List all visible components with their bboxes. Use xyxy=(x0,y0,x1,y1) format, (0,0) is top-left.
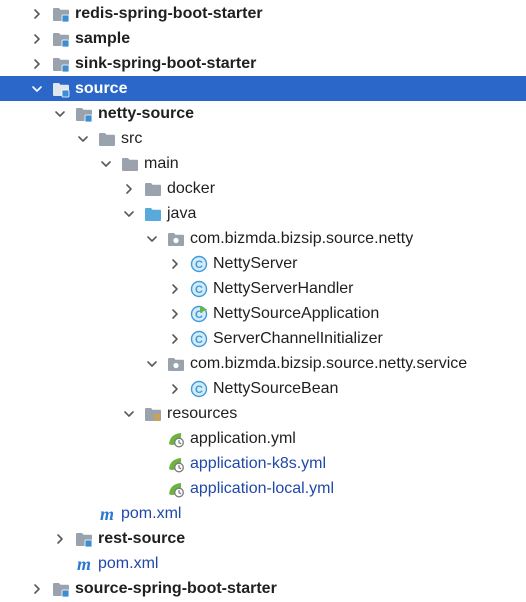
tree-node-nettyserver[interactable]: C NettyServer xyxy=(0,251,526,276)
chevron-right-icon[interactable] xyxy=(30,32,44,46)
chevron-right-icon[interactable] xyxy=(168,257,182,271)
tree-node-nettysourceapplication[interactable]: C NettySourceApplication xyxy=(0,301,526,326)
class-icon: C xyxy=(190,330,208,348)
module-folder-icon xyxy=(52,580,70,598)
tree-node-label: docker xyxy=(167,180,216,197)
tree-node-application-yml[interactable]: application.yml xyxy=(0,426,526,451)
tree-node-label: NettySourceBean xyxy=(213,380,339,397)
tree-node-com-bizmda-bizsip-source-netty-service[interactable]: com.bizmda.bizsip.source.netty.service xyxy=(0,351,526,376)
tree-node-label: sample xyxy=(75,30,131,47)
tree-node-label: application.yml xyxy=(190,430,296,447)
spring-class-icon: C xyxy=(190,305,208,323)
tree-node-label: NettyServerHandler xyxy=(213,280,354,297)
package-icon xyxy=(167,230,185,248)
chevron-right-icon[interactable] xyxy=(168,307,182,321)
tree-node-sample[interactable]: sample xyxy=(0,26,526,51)
tree-node-label: source xyxy=(75,80,128,97)
chevron-right-icon[interactable] xyxy=(168,282,182,296)
maven-icon: m xyxy=(75,555,93,573)
tree-node-com-bizmda-bizsip-source-netty[interactable]: com.bizmda.bizsip.source.netty xyxy=(0,226,526,251)
chevron-right-icon[interactable] xyxy=(30,582,44,596)
tree-node-pom-xml[interactable]: m pom.xml xyxy=(0,501,526,526)
tree-node-redis-spring-boot-starter[interactable]: redis-spring-boot-starter xyxy=(0,1,526,26)
tree-node-label: java xyxy=(167,205,197,222)
svg-text:C: C xyxy=(195,384,203,396)
class-icon: C xyxy=(190,380,208,398)
tree-node-nettysourcebean[interactable]: C NettySourceBean xyxy=(0,376,526,401)
tree-node-label: pom.xml xyxy=(121,505,182,522)
chevron-down-icon[interactable] xyxy=(145,232,159,246)
tree-node-main[interactable]: main xyxy=(0,151,526,176)
chevron-right-icon[interactable] xyxy=(30,7,44,21)
module-folder-icon xyxy=(52,30,70,48)
svg-text:C: C xyxy=(195,259,203,271)
tree-node-label: src xyxy=(121,130,143,147)
chevron-down-icon[interactable] xyxy=(122,207,136,221)
chevron-down-icon[interactable] xyxy=(145,357,159,371)
tree-node-pom-xml[interactable]: m pom.xml xyxy=(0,551,526,576)
chevron-right-icon[interactable] xyxy=(53,532,67,546)
tree-node-label: com.bizmda.bizsip.source.netty xyxy=(190,230,414,247)
tree-node-label: sink-spring-boot-starter xyxy=(75,55,257,72)
module-folder-icon xyxy=(52,5,70,23)
spring-yml-icon xyxy=(167,455,185,473)
svg-text:C: C xyxy=(195,334,203,346)
tree-node-label: application-k8s.yml xyxy=(190,455,327,472)
tree-node-source[interactable]: source xyxy=(0,76,526,101)
tree-node-label: main xyxy=(144,155,179,172)
tree-node-rest-source[interactable]: rest-source xyxy=(0,526,526,551)
module-folder-icon xyxy=(75,105,93,123)
folder-icon xyxy=(121,155,139,173)
tree-node-nettyserverhandler[interactable]: C NettyServerHandler xyxy=(0,276,526,301)
spring-yml-icon xyxy=(167,480,185,498)
chevron-right-icon[interactable] xyxy=(30,57,44,71)
project-tree: redis-spring-boot-starter sample sink-spri… xyxy=(0,0,526,602)
chevron-down-icon[interactable] xyxy=(122,407,136,421)
tree-node-label: NettySourceApplication xyxy=(213,305,380,322)
tree-node-application-local-yml[interactable]: application-local.yml xyxy=(0,476,526,501)
chevron-down-icon[interactable] xyxy=(30,82,44,96)
tree-node-label: resources xyxy=(167,405,238,422)
source-folder-icon xyxy=(144,205,162,223)
svg-text:m: m xyxy=(100,505,114,523)
chevron-down-icon[interactable] xyxy=(53,107,67,121)
maven-icon: m xyxy=(98,505,116,523)
tree-node-source-spring-boot-starter[interactable]: source-spring-boot-starter xyxy=(0,576,526,601)
tree-node-sink-spring-boot-starter[interactable]: sink-spring-boot-starter xyxy=(0,51,526,76)
chevron-right-icon[interactable] xyxy=(168,332,182,346)
tree-node-label: netty-source xyxy=(98,105,195,122)
folder-icon xyxy=(144,180,162,198)
class-icon: C xyxy=(190,255,208,273)
tree-node-application-k8s-yml[interactable]: application-k8s.yml xyxy=(0,451,526,476)
tree-node-label: pom.xml xyxy=(98,555,159,572)
resources-folder-icon xyxy=(144,405,162,423)
module-folder-icon xyxy=(52,55,70,73)
tree-node-label: application-local.yml xyxy=(190,480,335,497)
chevron-right-icon[interactable] xyxy=(168,382,182,396)
package-icon xyxy=(167,355,185,373)
module-folder-icon xyxy=(75,530,93,548)
module-folder-icon xyxy=(52,80,70,98)
tree-node-serverchannelinitializer[interactable]: C ServerChannelInitializer xyxy=(0,326,526,351)
tree-node-label: rest-source xyxy=(98,530,186,547)
tree-node-label: source-spring-boot-starter xyxy=(75,580,277,597)
chevron-right-icon[interactable] xyxy=(122,182,136,196)
tree-node-label: NettyServer xyxy=(213,255,298,272)
chevron-down-icon[interactable] xyxy=(99,157,113,171)
tree-node-label: com.bizmda.bizsip.source.netty.service xyxy=(190,355,468,372)
tree-node-docker[interactable]: docker xyxy=(0,176,526,201)
chevron-down-icon[interactable] xyxy=(76,132,90,146)
tree-node-label: ServerChannelInitializer xyxy=(213,330,383,347)
svg-text:C: C xyxy=(195,284,203,296)
tree-node-java[interactable]: java xyxy=(0,201,526,226)
spring-yml-icon xyxy=(167,430,185,448)
svg-text:m: m xyxy=(77,555,91,573)
class-icon: C xyxy=(190,280,208,298)
tree-node-netty-source[interactable]: netty-source xyxy=(0,101,526,126)
tree-node-src[interactable]: src xyxy=(0,126,526,151)
tree-node-label: redis-spring-boot-starter xyxy=(75,5,263,22)
folder-icon xyxy=(98,130,116,148)
tree-node-resources[interactable]: resources xyxy=(0,401,526,426)
